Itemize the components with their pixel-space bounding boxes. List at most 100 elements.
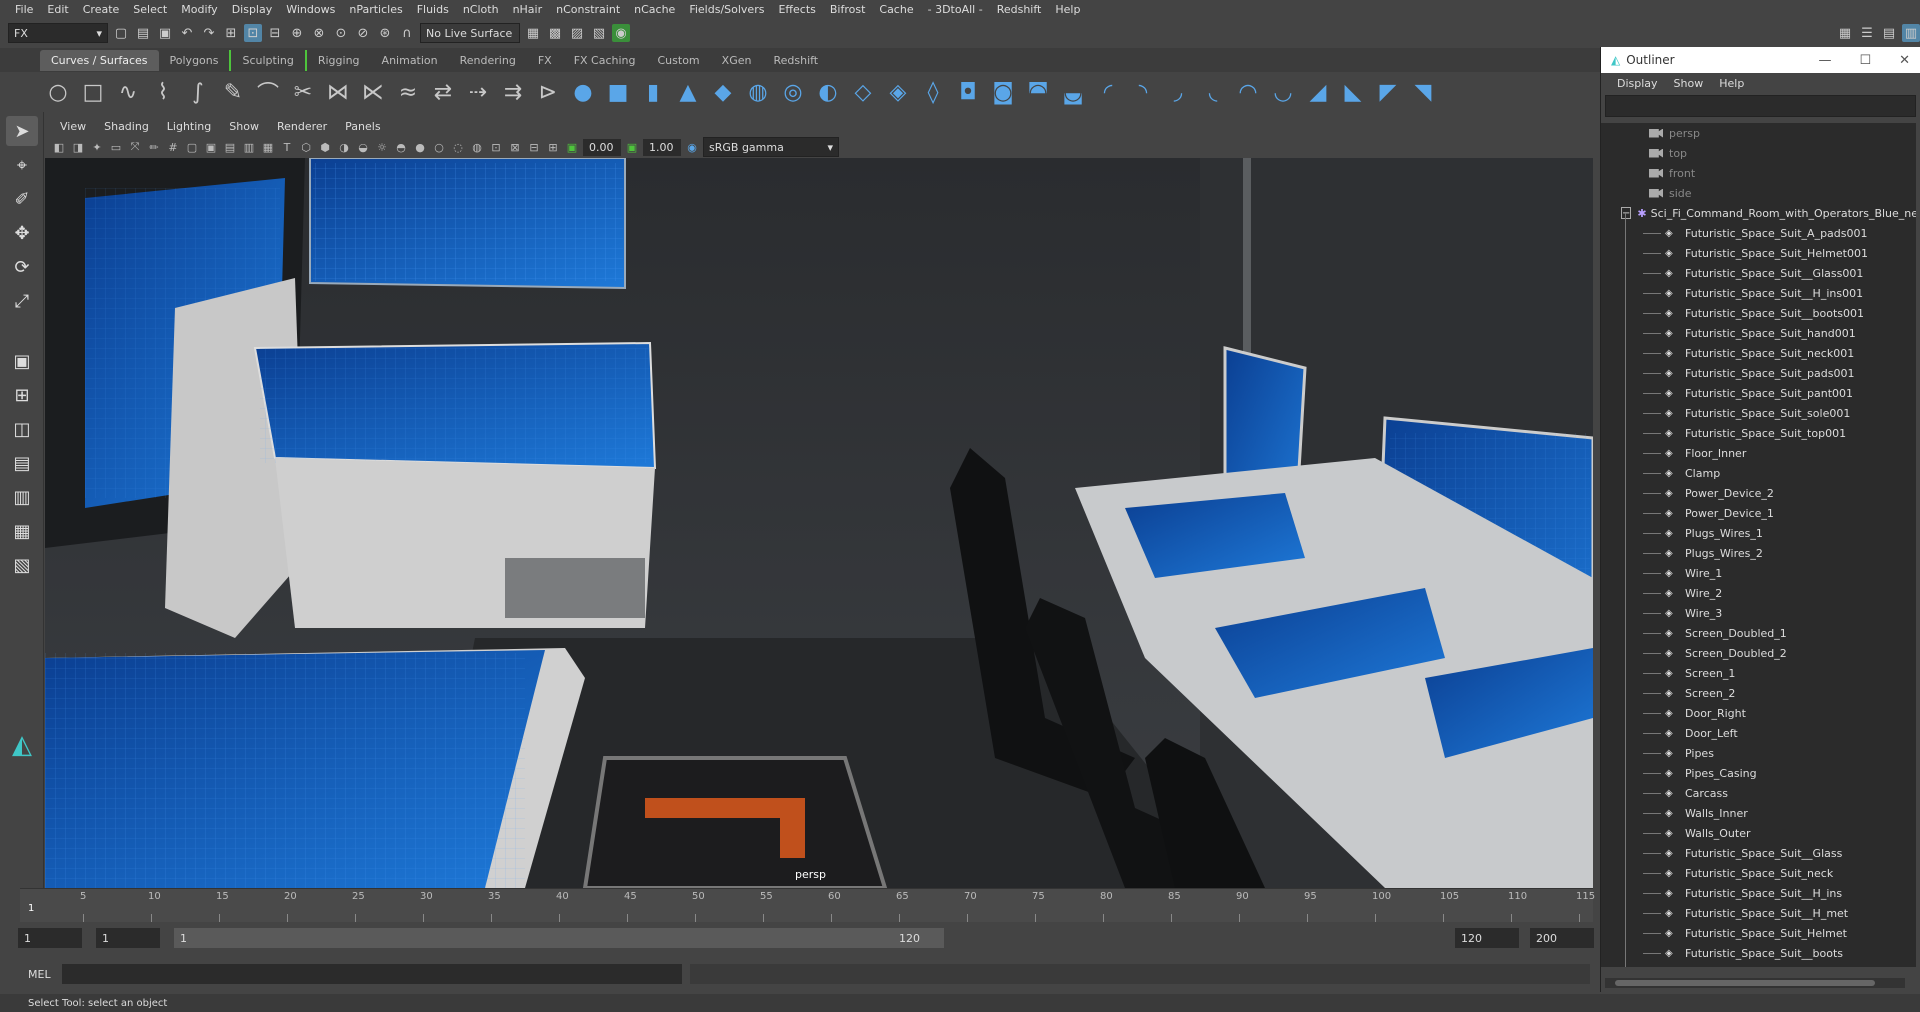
shelf-tab-4[interactable]: Animation [371,50,449,71]
outliner-scroll-thumb[interactable] [1615,980,1875,986]
playback-end-field[interactable]: 120 [1455,928,1519,948]
menu-9[interactable]: nCloth [456,3,506,16]
outliner-item[interactable]: ◈ Futuristic_Space_Suit_pant001 [1601,383,1916,403]
menu-13[interactable]: Fields/Solvers [682,3,771,16]
safe-action-icon[interactable]: ▦ [260,139,276,155]
nurbs-circle-icon[interactable]: ○ [44,78,72,106]
nurbs-torus-icon[interactable]: ◍ [744,78,772,106]
bezier-curve-icon[interactable]: ∫ [184,78,212,106]
outliner-item[interactable]: ◈ Futuristic_Space_Suit_neck001 [1601,343,1916,363]
shelf-tab-3[interactable]: Rigging [304,49,371,71]
snap-plane-icon[interactable]: ⊘ [354,24,372,42]
menu-11[interactable]: nConstraint [549,3,627,16]
outliner-item[interactable]: ◈ Futuristic_Space_Suit_hand001 [1601,323,1916,343]
nurbs-cylinder-icon[interactable]: ▮ [639,78,667,106]
trim-icon[interactable]: ◝ [1129,78,1157,106]
menu-16[interactable]: Cache [872,3,920,16]
outliner-item[interactable]: ◈ Futuristic_Space_Suit_A_pads001 [1601,223,1916,243]
camera-attributes-icon[interactable]: ◨ [70,139,86,155]
panel-menu-5[interactable]: Panels [336,120,389,133]
viewport-persp[interactable]: persp [45,158,1593,888]
outliner-item[interactable]: ◈ Futuristic_Space_Suit__boots [1601,943,1916,963]
outliner-item[interactable]: ◈ Screen_Doubled_1 [1601,623,1916,643]
gamma-icon[interactable]: ▣ [624,139,640,155]
shelf-tab-2[interactable]: Sculpting [229,49,304,71]
outliner-camera-persp[interactable]: persp [1601,123,1916,143]
anti-aliasing-icon[interactable]: ◌ [450,139,466,155]
extrude-icon[interactable]: ◈ [884,78,912,106]
maximize-icon[interactable]: ☐ [1859,53,1871,68]
depth-of-field-icon[interactable]: ◍ [469,139,485,155]
safe-title-icon[interactable]: T [279,139,295,155]
align-surfaces-icon[interactable]: ◢ [1304,78,1332,106]
wireframe-on-shaded-icon[interactable]: ◑ [336,139,352,155]
ep-curve-icon[interactable]: ⌇ [149,78,177,106]
outliner-item[interactable]: ◈ Futuristic_Space_Suit__H_ins001 [1601,283,1916,303]
layout-icon[interactable]: ☰ [1858,24,1876,42]
select-object-icon[interactable]: ⊡ [244,24,262,42]
outliner-item[interactable]: ◈ Futuristic_Space_Suit__boots001 [1601,303,1916,323]
attach-surfaces-icon[interactable]: ◠ [1234,78,1262,106]
single-view-icon[interactable]: ▣ [6,346,38,376]
select-hierarchy-icon[interactable]: ⊞ [222,24,240,42]
menu-14[interactable]: Effects [771,3,822,16]
rebuild-surface-icon[interactable]: ◤ [1374,78,1402,106]
collapse-icon[interactable]: − [1621,207,1632,219]
menu-19[interactable]: Help [1048,3,1087,16]
outliner-item[interactable]: ◈ Futuristic_Space_Suit_top001 [1601,423,1916,443]
resolution-gate-icon[interactable]: ▣ [203,139,219,155]
view-transform-dropdown[interactable]: sRGB gamma ▾ [703,137,839,157]
nurbs-plane-icon[interactable]: ◆ [709,78,737,106]
animation-start-field[interactable]: 1 [18,928,82,948]
outliner-item[interactable]: ◈ Screen_1 [1601,663,1916,683]
isolate-select-icon[interactable]: ⊡ [488,139,504,155]
outliner-item[interactable]: ◈ Futuristic_Space_Suit__Glass001 [1601,263,1916,283]
outliner-item[interactable]: ◈ Futuristic_Space_Suit__H_ins [1601,883,1916,903]
menu-17[interactable]: - 3DtoAll - [921,3,990,16]
xray-icon[interactable]: ⊠ [507,139,523,155]
shelf-tab-10[interactable]: Redshift [762,50,829,71]
command-language-label[interactable]: MEL [0,968,62,981]
bevel-plus-icon[interactable]: ◛ [1059,78,1087,106]
film-gate-icon[interactable]: ▢ [184,139,200,155]
shelf-tab-1[interactable]: Polygons [159,50,230,71]
outliner-menu-1[interactable]: Show [1666,77,1712,90]
new-scene-icon[interactable]: ▢ [112,24,130,42]
outliner-item[interactable]: ◈ Pipes_Casing [1601,763,1916,783]
menu-1[interactable]: Edit [40,3,75,16]
lasso-tool-icon[interactable]: ⌖ [6,150,38,180]
menu-8[interactable]: Fluids [410,3,456,16]
attach-curves-icon[interactable]: ⋈ [324,78,352,106]
cv-curve-icon[interactable]: ∿ [114,78,142,106]
channel-box-icon[interactable]: ▤ [1880,24,1898,42]
menu-6[interactable]: Windows [279,3,342,16]
menu-3[interactable]: Select [126,3,174,16]
field-chart-icon[interactable]: ▥ [241,139,257,155]
nurbs-sphere-icon[interactable]: ● [569,78,597,106]
color-management-icon[interactable]: ◉ [684,139,700,155]
menu-18[interactable]: Redshift [990,3,1049,16]
outliner-item[interactable]: ◈ Screen_2 [1601,683,1916,703]
untrim-icon[interactable]: ◞ [1164,78,1192,106]
outliner-item[interactable]: ◈ Futuristic_Space_Suit_sole001 [1601,403,1916,423]
outliner-item[interactable]: ◈ Walls_Outer [1601,823,1916,843]
outliner-item[interactable]: ◈ Futuristic_Space_Suit_neck [1601,863,1916,883]
select-camera-icon[interactable]: ◧ [51,139,67,155]
outliner-item[interactable]: ◈ Wire_2 [1601,583,1916,603]
menu-0[interactable]: File [8,3,40,16]
outliner-camera-top[interactable]: top [1601,143,1916,163]
image-plane-icon[interactable]: ▭ [108,139,124,155]
offset-curve-icon[interactable]: ⇉ [499,78,527,106]
live-surface-field[interactable]: No Live Surface [420,23,520,43]
shelf-tab-7[interactable]: FX Caching [563,50,647,71]
panel-menu-2[interactable]: Lighting [158,120,220,133]
panel-menu-4[interactable]: Renderer [268,120,336,133]
outliner-item[interactable]: ◈ Screen_Doubled_2 [1601,643,1916,663]
snap-grid-icon[interactable]: ⊕ [288,24,306,42]
outliner-item[interactable]: ◈Futuristic_Space_Suit_hand [1601,963,1916,968]
animation-end-field[interactable]: 200 [1530,928,1594,948]
birail-icon[interactable]: ◊ [919,78,947,106]
menu-4[interactable]: Modify [174,3,224,16]
outliner-item[interactable]: ◈ Futuristic_Space_Suit__Glass [1601,843,1916,863]
range-bar[interactable]: 1 120 [174,928,944,948]
